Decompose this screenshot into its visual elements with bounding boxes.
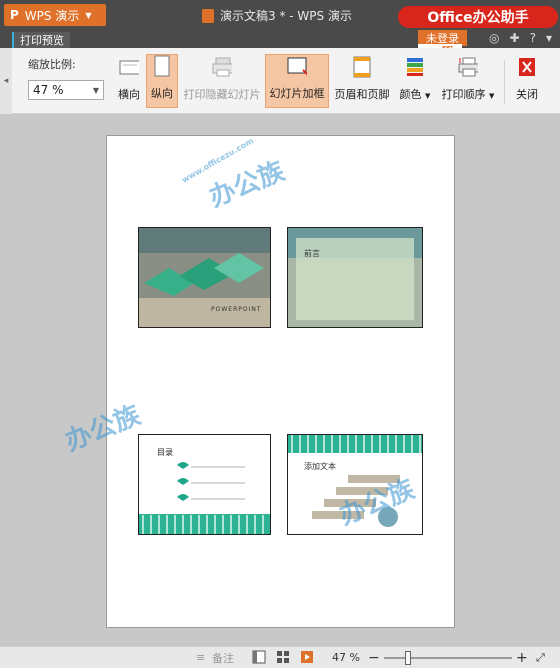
zoom-percent: 47 % (332, 651, 360, 664)
frame-slides-button[interactable]: 幻灯片加框 (265, 54, 329, 108)
close-icon (517, 56, 537, 78)
staircase-graphic (288, 435, 422, 527)
print-page: POWERPOINT 前言 目录 添加文本 办公族 www.officezu.c… (61, 135, 455, 628)
chevron-down-icon[interactable]: ▾ (546, 31, 552, 45)
beach-background-image (288, 228, 422, 327)
slide1-caption: POWERPOINT (211, 306, 262, 313)
normal-view-icon[interactable] (252, 650, 266, 667)
status-bar: ≡ 备注 47 % − + ⤢ (0, 646, 560, 668)
print-hidden-slides-button[interactable]: 打印隐藏幻灯片 (180, 54, 264, 108)
help-icon[interactable]: ? (530, 31, 536, 45)
header-footer-button[interactable]: 页眉和页脚 (332, 54, 392, 108)
portrait-icon (152, 55, 172, 77)
chevron-down-icon: ▼ (425, 92, 431, 100)
frame-slides-icon (287, 55, 307, 77)
zoom-select[interactable]: 47 % ▼ (28, 80, 104, 100)
watermark-logo-top: 办公族 (205, 156, 289, 214)
zoom-group: 缩放比例: 47 % ▼ (28, 56, 104, 100)
app-name: WPS 演示 (24, 8, 80, 23)
header-footer-icon (352, 56, 372, 78)
zoom-slider[interactable] (384, 651, 512, 665)
login-button[interactable]: 未登录 (418, 30, 467, 46)
color-button[interactable]: 颜色 ▼ (396, 54, 434, 108)
notes-toggle-icon[interactable]: ≡ (196, 651, 205, 664)
preview-workspace[interactable]: POWERPOINT 前言 目录 添加文本 办公族 www.officezu.c… (0, 115, 560, 645)
chevron-down-icon: ▼ (85, 10, 92, 20)
color-icon (405, 56, 425, 78)
zoom-label: 缩放比例: (28, 58, 76, 71)
slide-thumbnail-1: POWERPOINT (138, 227, 271, 328)
watermark-logo-left: 办公族 (61, 400, 145, 458)
watermark-site-top: www.officezu.com (180, 136, 256, 185)
slide-thumbnail-3: 目录 (138, 434, 271, 535)
print-order-button[interactable]: 打印顺序 ▼ (438, 54, 498, 108)
watermark-center: ww.office.NET (257, 338, 359, 353)
skin-icon[interactable]: ◎ (489, 31, 499, 45)
settings-icon[interactable]: ✚ (510, 31, 520, 45)
close-preview-button[interactable]: 关闭 (510, 54, 544, 108)
slide4-title: 添加文本 (304, 462, 336, 471)
paper-boats-image (139, 228, 270, 327)
zoom-in-icon[interactable]: + (516, 650, 528, 666)
app-menu-button[interactable]: P WPS 演示 ▼ (4, 4, 106, 26)
toolbar-divider (504, 60, 505, 104)
notes-label[interactable]: 备注 (212, 650, 234, 666)
portrait-button[interactable]: 纵向 (146, 54, 178, 108)
document-title-text: 演示文稿3 * - WPS 演示 (220, 9, 352, 23)
tab-strip: 打印预览 ◎ ✚ ? ▾ (0, 30, 560, 48)
slideshow-icon[interactable] (300, 650, 314, 667)
brand-badge: Office办公助手 (398, 6, 558, 28)
scroll-left-arrow-icon[interactable]: ◂ (0, 48, 12, 114)
wps-logo-icon: P (10, 8, 19, 22)
slide-sorter-icon[interactable] (276, 650, 290, 667)
print-order-icon (458, 56, 478, 78)
tab-print-preview[interactable]: 打印预览 (12, 32, 70, 48)
slide-thumbnail-2: 前言 (287, 227, 423, 328)
zoom-out-icon[interactable]: − (368, 650, 380, 666)
zoom-select-value: 47 % (33, 83, 64, 97)
print-hidden-icon (212, 56, 232, 78)
landscape-icon (119, 56, 139, 78)
document-title: 演示文稿3 * - WPS 演示 (202, 7, 352, 24)
window-icons: ◎ ✚ ? ▾ (489, 31, 552, 45)
zoom-slider-thumb[interactable] (404, 651, 411, 665)
print-preview-toolbar: ◂ 缩放比例: 47 % ▼ 横向 纵向 打印隐藏幻灯片 幻灯片加框 页眉和页脚… (0, 48, 560, 114)
presentation-file-icon (202, 8, 214, 23)
chevron-down-icon: ▼ (92, 85, 99, 95)
slide3-title: 目录 (157, 448, 173, 457)
slide2-title: 前言 (304, 249, 320, 258)
title-bar: P WPS 演示 ▼ 演示文稿3 * - WPS 演示 Office办公助手 (0, 0, 560, 30)
chevron-down-icon: ▼ (489, 92, 495, 100)
fit-window-icon[interactable]: ⤢ (536, 651, 545, 665)
landscape-button[interactable]: 横向 (114, 54, 144, 108)
slide-thumbnail-4: 添加文本 (287, 434, 423, 535)
